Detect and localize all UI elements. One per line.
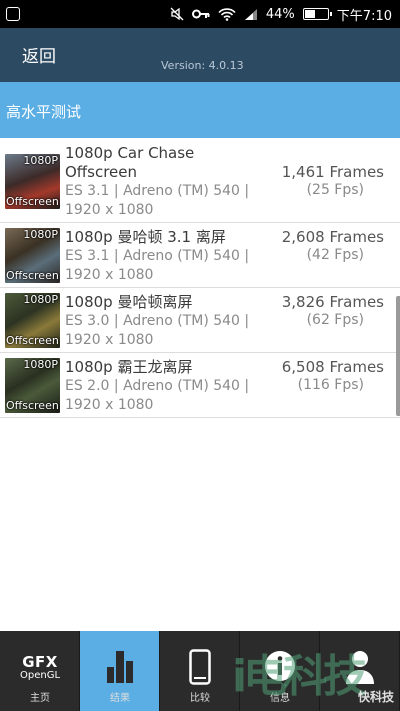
list-item[interactable]: 1080P Offscreen 1080p 曼哈顿离屏 ES 3.0 | Adr…: [0, 288, 400, 353]
test-name-line2: Offscreen: [65, 163, 138, 181]
battery-percent: 44%: [265, 6, 295, 22]
nav-results-label: 结果: [110, 693, 130, 704]
fps-value: (25 Fps): [306, 182, 364, 198]
nav-settings[interactable]: [320, 631, 400, 711]
test-thumbnail: 1080P Offscreen: [5, 154, 60, 209]
bar-chart-icon: [80, 649, 160, 683]
test-resolution: 1920 x 1080: [65, 202, 154, 218]
phone-icon: [160, 649, 240, 685]
test-resolution: 1920 x 1080: [65, 397, 154, 413]
frames-value: 6,508 Frames: [281, 358, 384, 376]
nav-home[interactable]: GFX OpenGL 主页: [0, 631, 80, 711]
list-item[interactable]: 1080P Offscreen 1080p 曼哈顿 3.1 离屏 ES 3.1 …: [0, 223, 400, 288]
results-list: 1080P Offscreen 1080p Car Chase Offscree…: [0, 139, 400, 418]
key-icon: [191, 9, 210, 19]
test-name: 1080p 霸王龙离屏: [65, 358, 193, 376]
wifi-icon: [218, 7, 236, 21]
scroll-handle[interactable]: [396, 296, 400, 416]
back-button[interactable]: 返回: [22, 42, 56, 67]
test-api: ES 2.0 | Adreno (TM) 540 |: [65, 378, 250, 394]
fps-value: (116 Fps): [297, 377, 364, 393]
bottom-nav: GFX OpenGL 主页 结果 比较 信息: [0, 631, 400, 711]
user-icon: [320, 649, 400, 685]
nav-compare[interactable]: 比较: [160, 631, 240, 711]
app-header: 返回 Version: 4.0.13: [0, 28, 400, 82]
frames-value: 1,461 Frames: [281, 163, 384, 181]
test-api: ES 3.1 | Adreno (TM) 540 |: [65, 183, 250, 199]
section-title: 高水平测试: [6, 103, 82, 121]
battery-icon: [302, 8, 332, 20]
test-name: 1080p 曼哈顿离屏: [65, 293, 193, 311]
nav-compare-label: 比较: [190, 693, 210, 704]
test-resolution: 1920 x 1080: [65, 332, 154, 348]
section-header: 高水平测试: [0, 82, 400, 138]
app-notification-icon: [6, 7, 20, 21]
nav-info[interactable]: 信息: [240, 631, 320, 711]
test-api: ES 3.1 | Adreno (TM) 540 |: [65, 248, 250, 264]
info-icon: [240, 649, 320, 683]
nav-results[interactable]: 结果: [80, 631, 160, 711]
mute-icon: [170, 7, 184, 21]
test-thumbnail: 1080P Offscreen: [5, 293, 60, 348]
list-item[interactable]: 1080P Offscreen 1080p Car Chase Offscree…: [0, 139, 400, 223]
list-item[interactable]: 1080P Offscreen 1080p 霸王龙离屏 ES 2.0 | Adr…: [0, 353, 400, 418]
test-name: 1080p Car Chase: [65, 144, 195, 162]
version-label: Version: 4.0.13: [161, 59, 244, 72]
frames-value: 2,608 Frames: [281, 228, 384, 246]
test-thumbnail: 1080P Offscreen: [5, 358, 60, 413]
fps-value: (42 Fps): [306, 247, 364, 263]
fps-value: (62 Fps): [306, 312, 364, 328]
nav-info-label: 信息: [270, 693, 290, 704]
frames-value: 3,826 Frames: [281, 293, 384, 311]
status-bar: 44% 下午7:10: [0, 0, 400, 28]
gfx-logo: GFX OpenGL: [19, 653, 61, 681]
test-api: ES 3.0 | Adreno (TM) 540 |: [65, 313, 250, 329]
test-thumbnail: 1080P Offscreen: [5, 228, 60, 283]
clock: 下午7:10: [336, 8, 392, 24]
test-name: 1080p 曼哈顿 3.1 离屏: [65, 228, 226, 246]
signal-icon: [244, 8, 257, 20]
test-resolution: 1920 x 1080: [65, 267, 154, 283]
nav-home-label: 主页: [30, 693, 50, 704]
